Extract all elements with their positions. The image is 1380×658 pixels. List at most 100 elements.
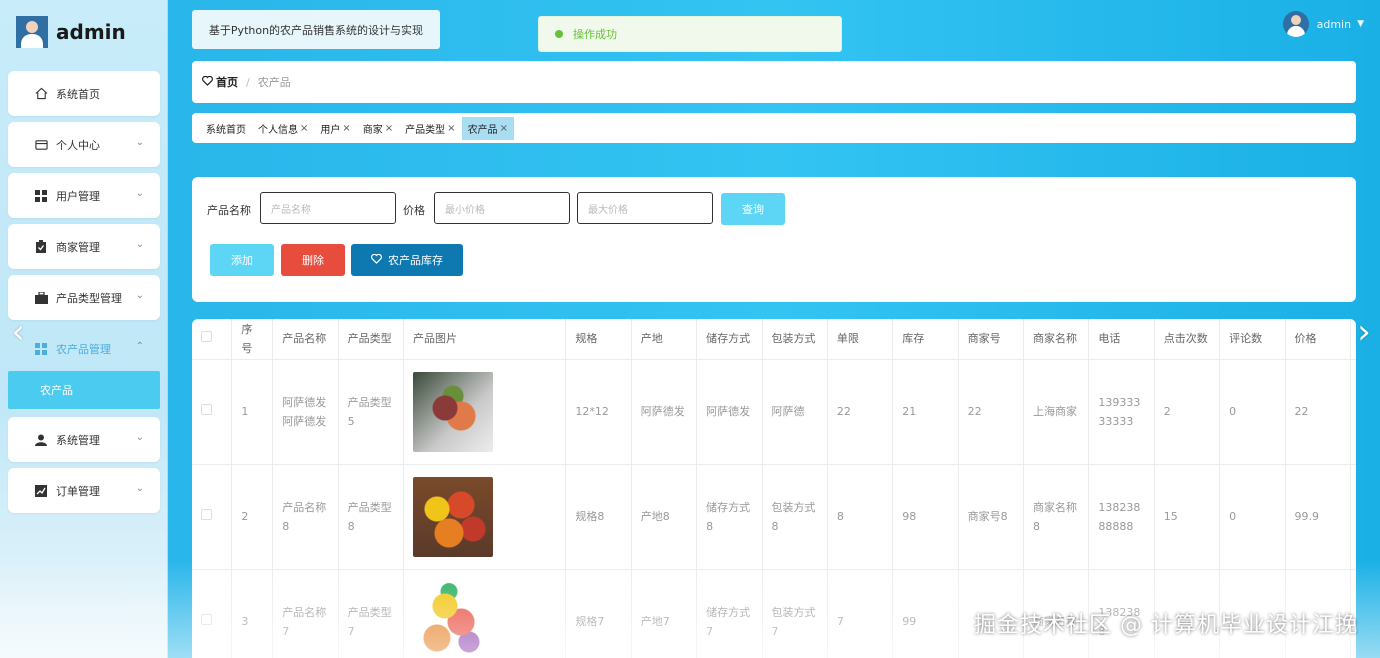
cell-type: 产品类型5 (338, 359, 404, 465)
sidebar-item-merchants[interactable]: 商家管理 ⌄ (8, 224, 160, 269)
cell-packing: 阿萨德 (762, 359, 828, 465)
cell-origin: 产地7 (631, 569, 698, 658)
toast-text: 操作成功 (573, 28, 617, 41)
cell-origin: 产地8 (631, 464, 698, 570)
sidebar-item-label: 产品类型管理 (56, 291, 122, 305)
sidebar-item-label: 农产品管理 (56, 342, 111, 356)
stock-button[interactable]: 农产品库存 (351, 244, 463, 276)
cell-limit: 22 (827, 359, 894, 465)
wallet-icon (34, 138, 48, 152)
breadcrumb-home[interactable]: 首页 (216, 74, 238, 90)
cell-image (403, 359, 567, 465)
cell-storage: 阿萨德发 (696, 359, 763, 465)
cell-fav: 0 (1350, 359, 1356, 465)
column-header: 产地 (631, 319, 698, 360)
tag-product-types[interactable]: 产品类型 × (399, 117, 461, 140)
close-icon[interactable]: × (500, 123, 508, 134)
chevron-down-icon: ⌄ (135, 290, 144, 301)
success-icon (555, 30, 563, 38)
chevron-down-icon: ⌄ (135, 188, 144, 199)
cell-fav: 9 (1350, 464, 1356, 570)
cell-comments: 0 (1219, 464, 1286, 570)
product-name-input[interactable]: 产品名称 (260, 192, 396, 224)
cell-stock: 21 (892, 359, 959, 465)
min-price-input[interactable]: 最小价格 (434, 192, 570, 224)
sidebar-item-label: 商家管理 (56, 240, 100, 254)
close-icon[interactable]: × (447, 123, 455, 134)
tag-label: 商家 (362, 124, 383, 136)
sidebar-item-produce[interactable]: 农产品管理 ⌃ (8, 326, 160, 371)
max-price-input[interactable]: 最大价格 (577, 192, 713, 224)
query-button[interactable]: 查询 (721, 193, 785, 225)
chevron-right-icon[interactable]: › (1354, 314, 1374, 350)
tag-label: 个人信息 (258, 124, 298, 136)
close-icon[interactable]: × (385, 123, 393, 134)
user-menu[interactable]: admin ▼ (1282, 11, 1364, 37)
tag-label: 系统首页 (206, 124, 246, 136)
tag-users[interactable]: 用户 × (314, 117, 356, 140)
cell-type: 产品类型7 (338, 569, 404, 658)
cell-comments: 0 (1219, 359, 1286, 465)
row-checkbox[interactable] (192, 464, 233, 570)
row-checkbox[interactable] (192, 359, 233, 465)
tag-produce[interactable]: 农产品 × (461, 116, 514, 140)
table-row: 2 产品名称8 产品类型8 规格8 产地8 储存方式8 包装方式8 8 98 商… (192, 464, 1356, 570)
tags-bar: 系统首页 个人信息 × 用户 × 商家 × 产品类型 × 农产品 × (192, 113, 1356, 143)
column-header: 产品类型 (338, 319, 404, 360)
row-checkbox[interactable] (192, 569, 233, 658)
cell-image (403, 464, 567, 570)
column-header: 价格 (1285, 319, 1351, 360)
delete-button[interactable]: 删除 (281, 244, 345, 276)
cell-spec: 12*12 (565, 359, 632, 465)
cell-image (403, 569, 567, 658)
sidebar-item-label: 系统首页 (56, 87, 100, 101)
sidebar-item-orders[interactable]: 订单管理 ⌄ (8, 468, 160, 513)
user-avatar (1282, 11, 1309, 37)
tag-merchants[interactable]: 商家 × (357, 117, 399, 140)
cell-merchant-name: 上海商家 (1023, 359, 1090, 465)
cell-stock: 99 (892, 569, 959, 658)
breadcrumb: 首页 / 农产品 (192, 61, 1356, 103)
column-header: 点击次数 (1154, 319, 1221, 360)
cell-price: 22 (1285, 359, 1351, 465)
tag-label: 用户 (320, 124, 341, 136)
sidebar-item-system[interactable]: 系统管理 ⌄ (8, 417, 160, 462)
main-area: 基于Python的农产品销售系统的设计与实现 操作成功 admin ▼ 首页 /… (168, 0, 1380, 658)
sidebar-item-users[interactable]: 用户管理 ⌄ (8, 173, 160, 218)
cell-clicks: 15 (1154, 464, 1221, 570)
submenu-item-produce[interactable]: 农产品 (8, 371, 160, 409)
cell-limit: 7 (827, 569, 894, 658)
tag-home[interactable]: 系统首页 (200, 117, 252, 140)
add-button[interactable]: 添加 (210, 244, 274, 276)
cell-name: 产品名称7 (272, 569, 339, 658)
cell-limit: 8 (827, 464, 894, 570)
product-image (412, 371, 493, 452)
cell-packing: 包装方式7 (762, 569, 828, 658)
column-header: 单限 (827, 319, 894, 360)
chevron-left-icon[interactable]: ‹ (8, 314, 28, 350)
tag-personal[interactable]: 个人信息 × (252, 117, 314, 140)
cell-merchant-name: 商家名称8 (1023, 464, 1090, 570)
sidebar-item-product-types[interactable]: 产品类型管理 ⌄ (8, 275, 160, 320)
table-header-row: 序号 产品名称 产品类型 产品图片 规格 产地 储存方式 包装方式 单限 库存 … (192, 319, 1356, 360)
product-image (412, 476, 493, 557)
select-all-checkbox[interactable] (192, 319, 233, 360)
product-image (412, 581, 493, 658)
close-icon[interactable]: × (342, 123, 350, 134)
cell-phone: 13823888888 (1088, 464, 1155, 570)
breadcrumb-current: 农产品 (257, 76, 291, 89)
sidebar-item-personal[interactable]: 个人中心 ⌄ (8, 122, 160, 167)
briefcase-icon (34, 291, 48, 305)
stock-button-label: 农产品库存 (388, 254, 443, 267)
column-header: 储存方式 (696, 319, 763, 360)
sidebar-item-home[interactable]: 系统首页 (8, 71, 160, 116)
cell-name: 阿萨德发阿萨德发 (272, 359, 339, 465)
chevron-down-icon: ⌄ (135, 239, 144, 250)
cell-merchant-no: 22 (958, 359, 1025, 465)
cell-index: 2 (231, 464, 274, 570)
table-row: 1 阿萨德发阿萨德发 产品类型5 12*12 阿萨德发 阿萨德发 阿萨德 22 … (192, 359, 1356, 465)
close-icon[interactable]: × (300, 123, 308, 134)
chevron-down-icon: ⌄ (135, 432, 144, 443)
tag-label: 产品类型 (405, 124, 446, 136)
cell-stock: 98 (892, 464, 959, 570)
